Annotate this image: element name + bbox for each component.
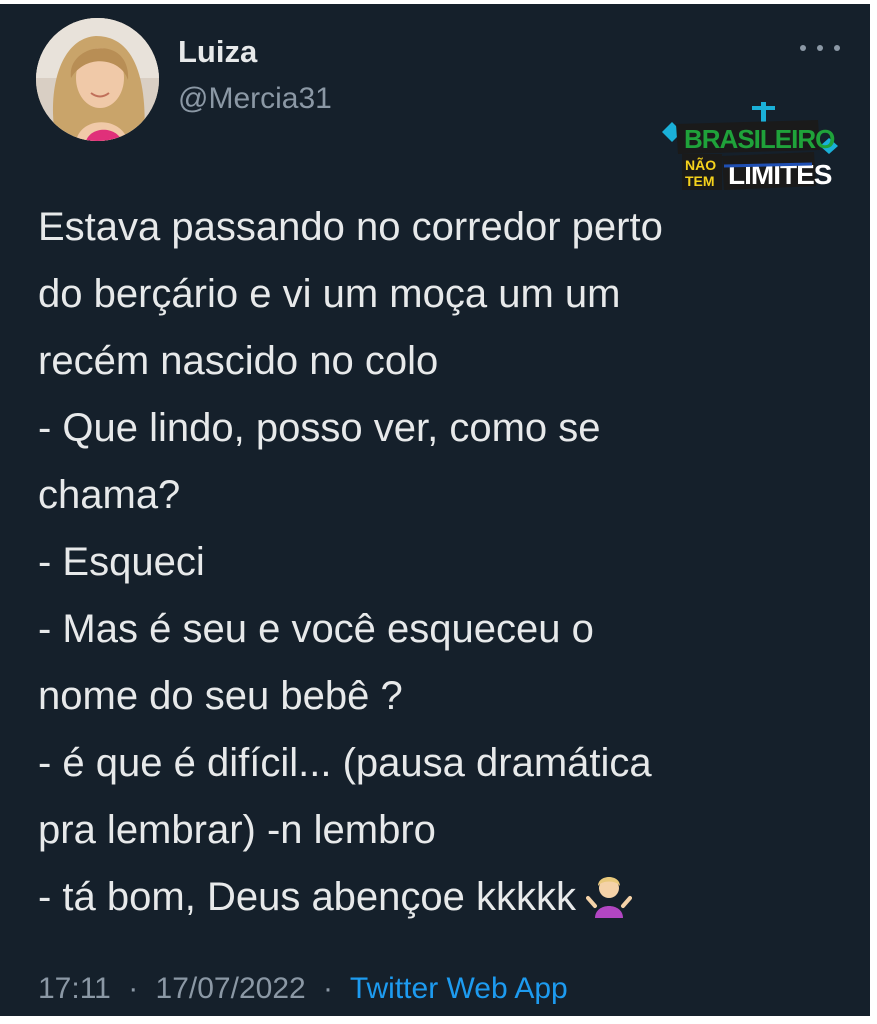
- dot: [817, 45, 823, 51]
- avatar[interactable]: [36, 18, 159, 141]
- tweet-source-link[interactable]: Twitter Web App: [350, 972, 568, 1005]
- author-display-name[interactable]: Luiza: [178, 34, 257, 70]
- tweet-date[interactable]: 17/07/2022: [156, 972, 306, 1005]
- separator: ·: [128, 972, 139, 1005]
- author-handle[interactable]: @Mercia31: [178, 82, 332, 116]
- person-shrugging-emoji: [586, 877, 633, 918]
- separator: ·: [323, 972, 334, 1005]
- svg-text:TEM: TEM: [685, 173, 715, 189]
- more-options-icon[interactable]: [800, 36, 840, 60]
- tweet-text-content: Estava passando no corredor perto do ber…: [38, 205, 663, 919]
- dot: [800, 45, 806, 51]
- tweet-text: Estava passando no corredor perto do ber…: [38, 194, 838, 931]
- dot: [834, 45, 840, 51]
- tweet-time[interactable]: 17:11: [38, 972, 111, 1005]
- svg-text:NÃO: NÃO: [685, 156, 716, 173]
- tweet-card: Luiza @Mercia31 BRASILEIRO NÃO TEM LIMIT…: [0, 4, 870, 1016]
- tweet-meta: 17:11 · 17/07/2022 · Twitter Web App: [38, 972, 568, 1006]
- watermark-logo: BRASILEIRO NÃO TEM LIMITES: [662, 102, 838, 190]
- svg-text:BRASILEIRO: BRASILEIRO: [684, 124, 835, 154]
- avatar-image: [36, 18, 159, 141]
